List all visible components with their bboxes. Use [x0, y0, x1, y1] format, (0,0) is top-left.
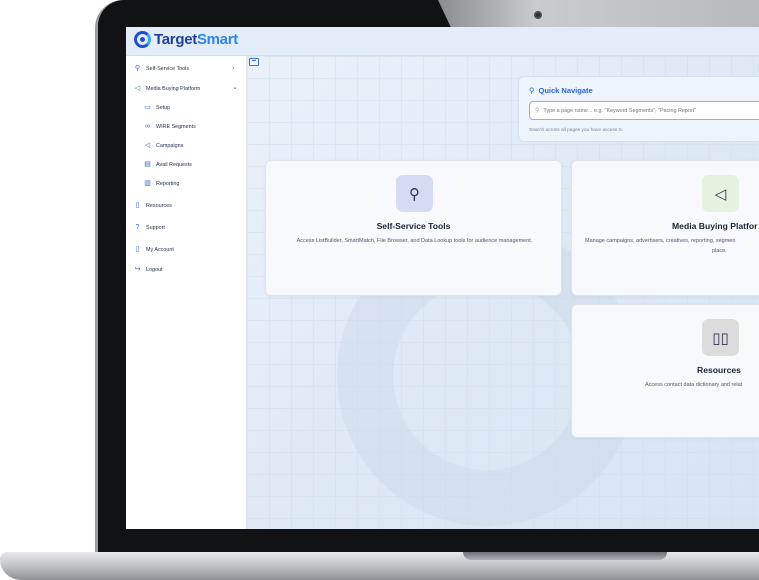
sidebar-item-media-buying-platform[interactable]: ◁ Media Buying Platform: [134, 85, 200, 92]
laptop-base-groove: [463, 552, 667, 560]
search-icon: ⚲: [535, 108, 540, 114]
sidebar-item-label: Campaigns: [156, 142, 184, 149]
sidebar-item-self-service-tools[interactable]: ⚲ Self-Service Tools: [134, 65, 189, 72]
card-description-continued: place.: [712, 248, 727, 254]
sidebar-item-support[interactable]: ? Support: [134, 224, 165, 231]
card-description: Access ListBuilder, SmartMatch, File Bro…: [296, 238, 533, 244]
book-icon: ▯: [135, 202, 140, 209]
chevron-right-icon[interactable]: ›: [232, 65, 234, 72]
top-bar: TargetSmart: [126, 27, 759, 56]
setup-icon: ▭: [144, 104, 151, 111]
quick-navigate-panel: ⚲ Quick Navigate ⚲ Search across all pag…: [518, 76, 759, 142]
sidebar-item-label: Resources: [146, 202, 172, 209]
user-search-icon: ⚲: [396, 175, 433, 212]
lid-glare: [438, 0, 759, 28]
app-screen: TargetSmart ⚲ Self-Service Tools › ◁ Med…: [126, 27, 759, 529]
main-content: ⚲ Quick Navigate ⚲ Search across all pag…: [247, 56, 759, 529]
calendar-icon: ▤: [144, 161, 151, 168]
user-search-icon: ⚲: [134, 65, 141, 72]
help-circle-icon: ?: [135, 224, 140, 231]
laptop-mockup: TargetSmart ⚲ Self-Service Tools › ◁ Med…: [0, 0, 759, 580]
webcam-icon: [534, 11, 542, 19]
megaphone-icon: ◁: [144, 142, 151, 149]
search-input[interactable]: [543, 107, 759, 114]
sidebar-item-wire-segments[interactable]: ∞ WIRE Segments: [144, 123, 196, 130]
sidebar-item-label: Setup: [156, 104, 171, 111]
card-self-service-tools[interactable]: ⚲ Self-Service Tools Access ListBuilder,…: [265, 160, 562, 296]
sidebar-item-label: WIRE Segments: [156, 123, 196, 130]
card-title: Self-Service Tools: [376, 221, 451, 231]
card-description: Manage campaigns, advertisers, creatives…: [585, 238, 736, 244]
document-icon: ▯: [135, 246, 140, 253]
brand-name-dark: Target: [154, 31, 197, 48]
sidebar-item-my-account[interactable]: ▯ My Account: [134, 246, 174, 253]
card-title: Media Buying Platfor: [672, 221, 758, 231]
sidebar-item-label: Logout: [146, 266, 163, 273]
sidebar-item-label: Self-Service Tools: [146, 65, 190, 72]
sidebar-item-avail-requests[interactable]: ▤ Avail Requests: [144, 161, 192, 168]
quick-navigate-title: ⚲ Quick Navigate: [529, 86, 593, 95]
brand-name-light: Smart: [196, 31, 238, 48]
sidebar-item-label: My Account: [146, 246, 174, 253]
chevron-down-icon[interactable]: ⌄: [232, 83, 238, 91]
card-media-buying-platform[interactable]: ◁ Media Buying Platfor Manage campaigns,…: [571, 160, 759, 296]
quick-navigate-search[interactable]: ⚲: [529, 101, 759, 120]
sidebar-item-campaigns[interactable]: ◁ Campaigns: [144, 142, 183, 149]
card-title: Resources: [697, 365, 741, 375]
megaphone-icon: ◁: [702, 175, 739, 212]
sidebar: ⚲ Self-Service Tools › ◁ Media Buying Pl…: [126, 56, 247, 529]
sidebar-item-reporting[interactable]: ▥ Reporting: [144, 180, 179, 187]
link-icon: ∞: [145, 123, 150, 130]
card-resources[interactable]: ▯▯ Resources Access contact data diction…: [571, 304, 759, 438]
sidebar-item-label: Media Buying Platform: [146, 85, 201, 92]
brand-logo[interactable]: TargetSmart: [134, 31, 238, 48]
megaphone-icon: ◁: [134, 85, 141, 92]
sidebar-toggle-button[interactable]: [249, 58, 259, 66]
sidebar-item-label: Reporting: [156, 180, 180, 187]
card-description: Access contact data dictionary and relat: [645, 382, 743, 388]
logout-icon: ↪: [134, 266, 141, 273]
sidebar-item-resources[interactable]: ▯ Resources: [134, 202, 172, 209]
sidebar-item-label: Support: [146, 224, 165, 231]
report-icon: ▥: [144, 180, 151, 187]
brand-name: TargetSmart: [154, 31, 238, 48]
sidebar-item-label: Avail Requests: [156, 161, 192, 168]
quick-navigate-label: Quick Navigate: [538, 86, 593, 95]
sidebar-item-logout[interactable]: ↪ Logout: [134, 266, 163, 273]
target-logo-icon: [134, 31, 151, 48]
quick-navigate-help: Search across all pages you have access …: [529, 128, 623, 133]
book-icon: ▯▯: [702, 319, 739, 356]
sidebar-item-setup[interactable]: ▭ Setup: [144, 104, 170, 111]
search-icon: ⚲: [529, 86, 535, 95]
